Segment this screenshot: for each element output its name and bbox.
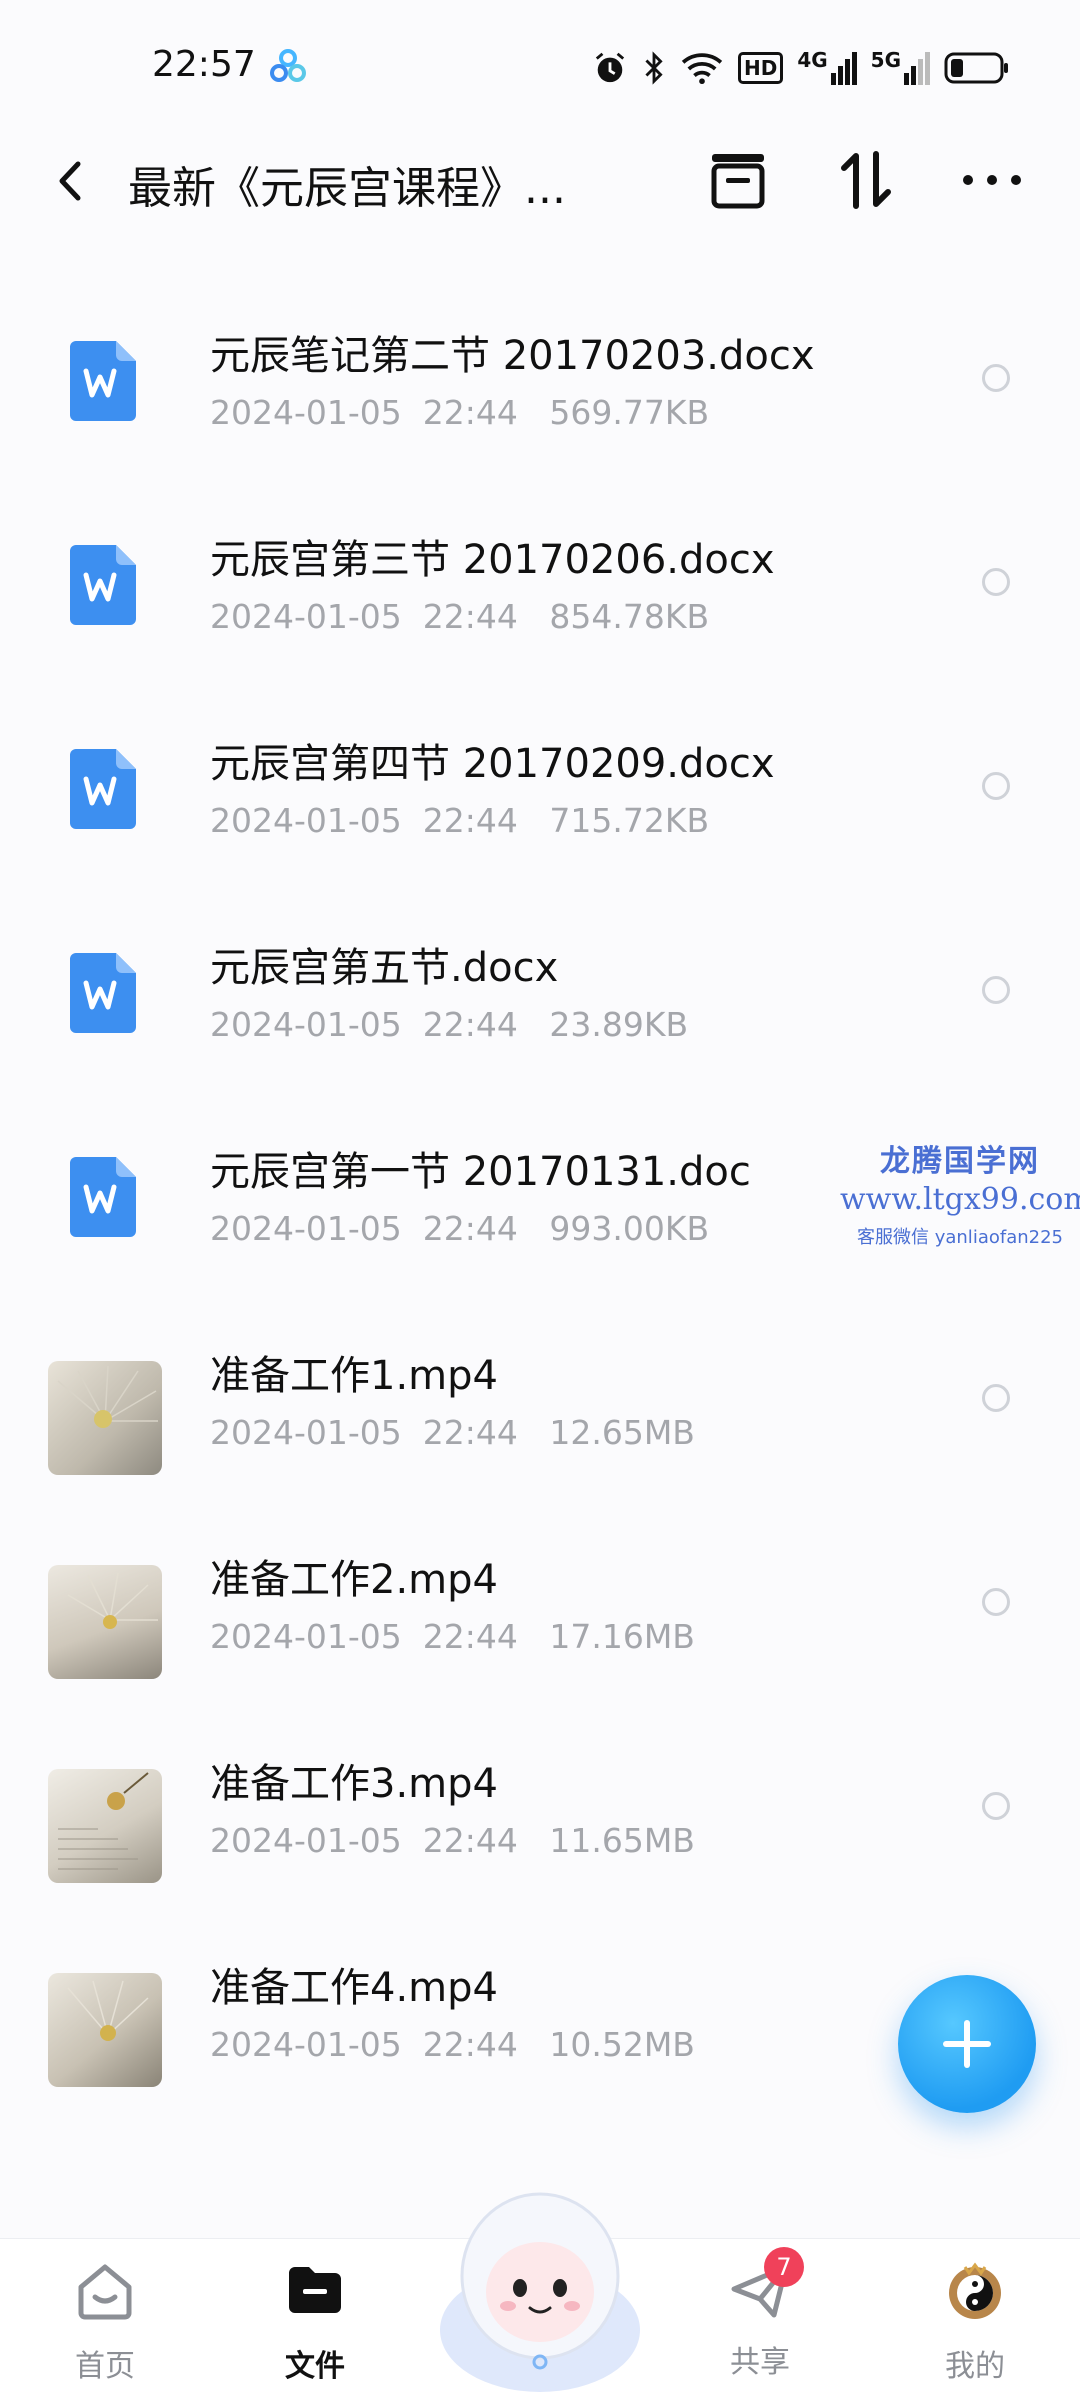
file-meta: 2024-01-05 22:44 17.16MB [210,1617,695,1656]
select-radio[interactable] [982,364,1010,392]
video-thumbnail [48,1361,162,1475]
wifi-icon [681,53,723,85]
status-bar: 22:57 HD 4G 5G [0,0,1080,130]
select-radio[interactable] [982,568,1010,596]
file-meta: 2024-01-05 22:44 23.89KB [210,1005,689,1044]
file-row[interactable]: 准备工作3.mp4 2024-01-05 22:44 11.65MB [0,1711,1080,1915]
video-thumbnail [48,1565,162,1679]
nav-mine[interactable]: 我的 [905,2259,1045,2385]
hd-icon: HD [737,52,784,84]
file-meta: 2024-01-05 22:44 569.77KB [210,393,710,432]
file-name: 准备工作3.mp4 [210,1761,498,1807]
file-meta: 2024-01-05 22:44 10.52MB [210,2025,695,2064]
app-bar: 最新《元辰宫课程》... [0,130,1080,230]
file-row[interactable]: 准备工作1.mp4 2024-01-05 22:44 12.65MB [0,1303,1080,1507]
word-file-icon [70,953,136,1033]
file-row[interactable]: 元辰宫第五节.docx 2024-01-05 22:44 23.89KB [0,895,1080,1099]
file-row[interactable]: 元辰宫第四节 20170209.docx 2024-01-05 22:44 71… [0,691,1080,895]
nav-mine-label: 我的 [945,2349,1005,2384]
nav-share[interactable]: 7 共享 [690,2247,830,2381]
folder-icon [289,2267,341,2313]
file-name: 元辰笔记第二节 20170203.docx [210,333,815,379]
alarm-icon [595,52,625,83]
word-file-icon [70,341,136,421]
video-thumbnail [48,1973,162,2087]
nav-home[interactable]: 首页 [35,2259,175,2385]
file-row[interactable]: 元辰宫第三节 20170206.docx 2024-01-05 22:44 85… [0,487,1080,691]
file-row[interactable]: 元辰笔记第二节 20170203.docx 2024-01-05 22:44 5… [0,283,1080,487]
battery-icon [944,52,1008,84]
baidu-netdisk-icon [270,49,306,82]
select-radio[interactable] [982,1588,1010,1616]
word-file-icon [70,749,136,829]
file-row[interactable]: 准备工作2.mp4 2024-01-05 22:44 17.16MB [0,1507,1080,1711]
more-icon[interactable] [960,148,1024,212]
video-thumbnail [48,1769,162,1883]
signal-4g-icon: 4G [797,50,857,85]
file-meta: 2024-01-05 22:44 854.78KB [210,597,710,636]
watermark-line-3: 客服微信 yanliaofan225 [857,1227,1063,1248]
back-arrow-icon[interactable] [50,156,90,206]
file-name: 元辰宫第三节 20170206.docx [210,537,775,583]
sort-icon[interactable] [834,148,898,212]
watermark-line-2: www.ltgx99.com [840,1182,1080,1217]
file-name: 准备工作1.mp4 [210,1353,498,1399]
select-radio[interactable] [982,1384,1010,1412]
file-meta: 2024-01-05 22:44 993.00KB [210,1209,710,1248]
file-meta: 2024-01-05 22:44 12.65MB [210,1413,695,1452]
status-time: 22:57 [152,44,256,85]
file-name: 元辰宫第一节 20170131.doc [210,1149,751,1195]
file-meta: 2024-01-05 22:44 715.72KB [210,801,710,840]
share-badge: 7 [764,2247,804,2287]
home-icon [78,2264,132,2320]
watermark: 龙腾国学网 www.ltgx99.com 客服微信 yanliaofan225 [840,1136,1080,1249]
nav-share-label: 共享 [730,2345,790,2380]
file-name: 准备工作2.mp4 [210,1557,498,1603]
select-radio[interactable] [982,976,1010,1004]
select-radio[interactable] [982,1792,1010,1820]
add-button[interactable] [898,1975,1036,2113]
file-name: 元辰宫第五节.docx [210,945,559,991]
select-radio[interactable] [982,772,1010,800]
nav-files-label: 文件 [285,2349,345,2384]
folder-title: 最新《元辰宫课程》... [128,163,566,214]
nav-files[interactable]: 文件 [245,2259,385,2385]
file-name: 准备工作4.mp4 [210,1965,498,2011]
avatar [949,2262,1001,2319]
file-name: 元辰宫第四节 20170209.docx [210,741,775,787]
bluetooth-icon [645,51,663,85]
mascot-assistant-button[interactable] [430,2180,650,2395]
nav-home-label: 首页 [75,2349,135,2384]
watermark-line-1: 龙腾国学网 [880,1144,1040,1179]
signal-5g-icon: 5G [871,50,930,85]
word-file-icon [70,545,136,625]
tray-icon[interactable] [706,148,770,212]
file-meta: 2024-01-05 22:44 11.65MB [210,1821,695,1860]
word-file-icon [70,1157,136,1237]
